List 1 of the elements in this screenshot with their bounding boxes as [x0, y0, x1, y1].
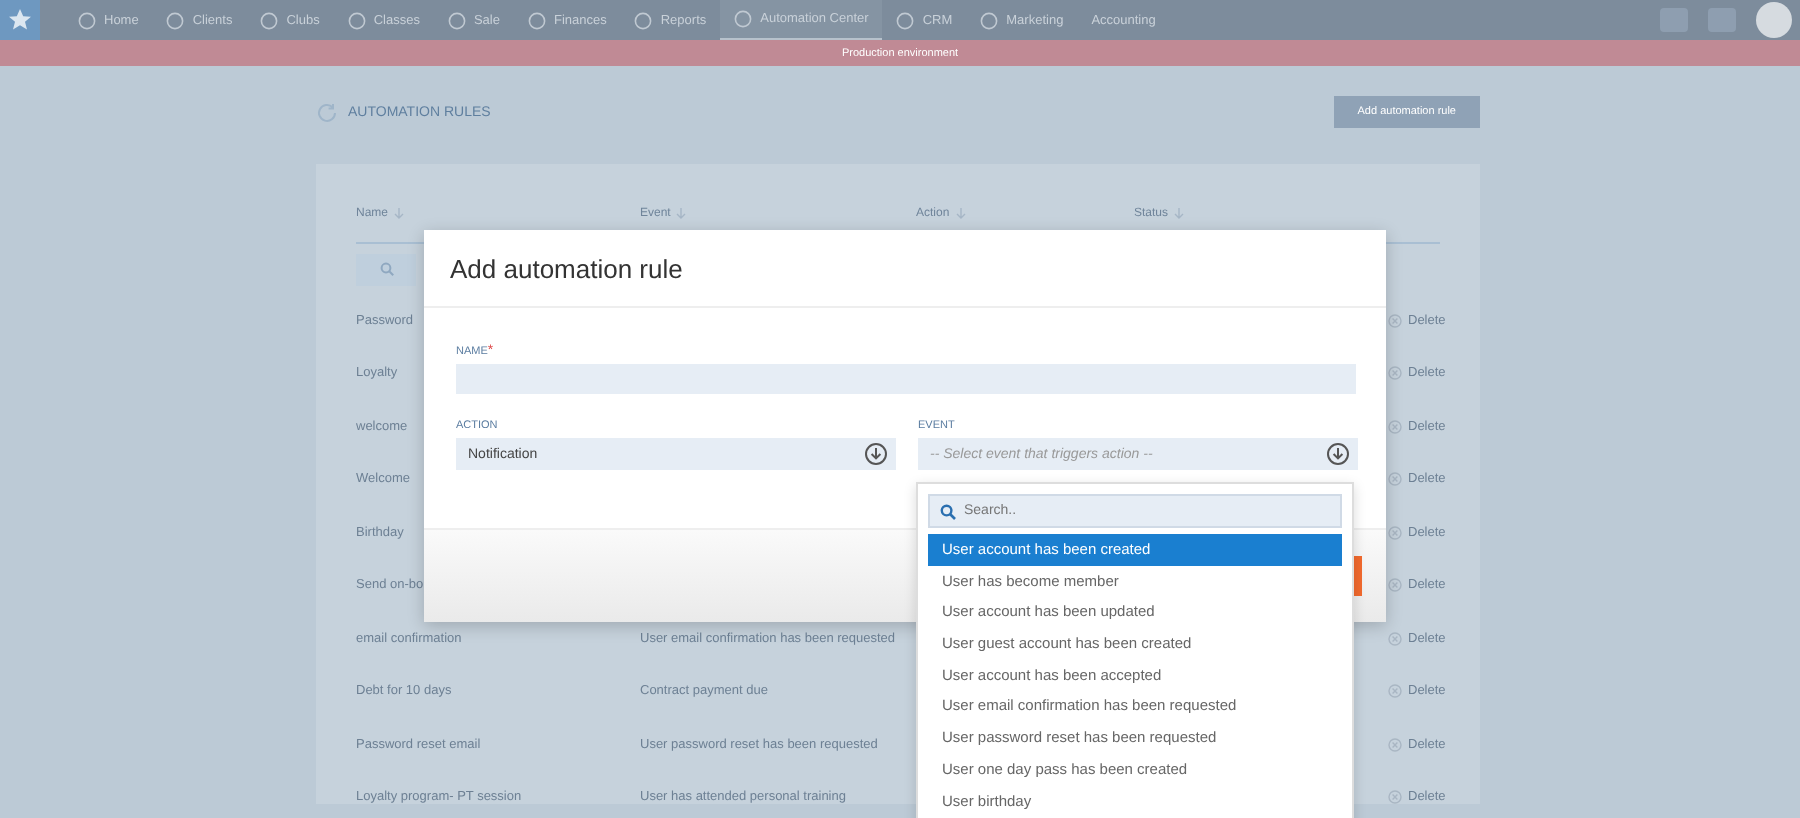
modal-title: Add automation rule — [450, 253, 683, 283]
